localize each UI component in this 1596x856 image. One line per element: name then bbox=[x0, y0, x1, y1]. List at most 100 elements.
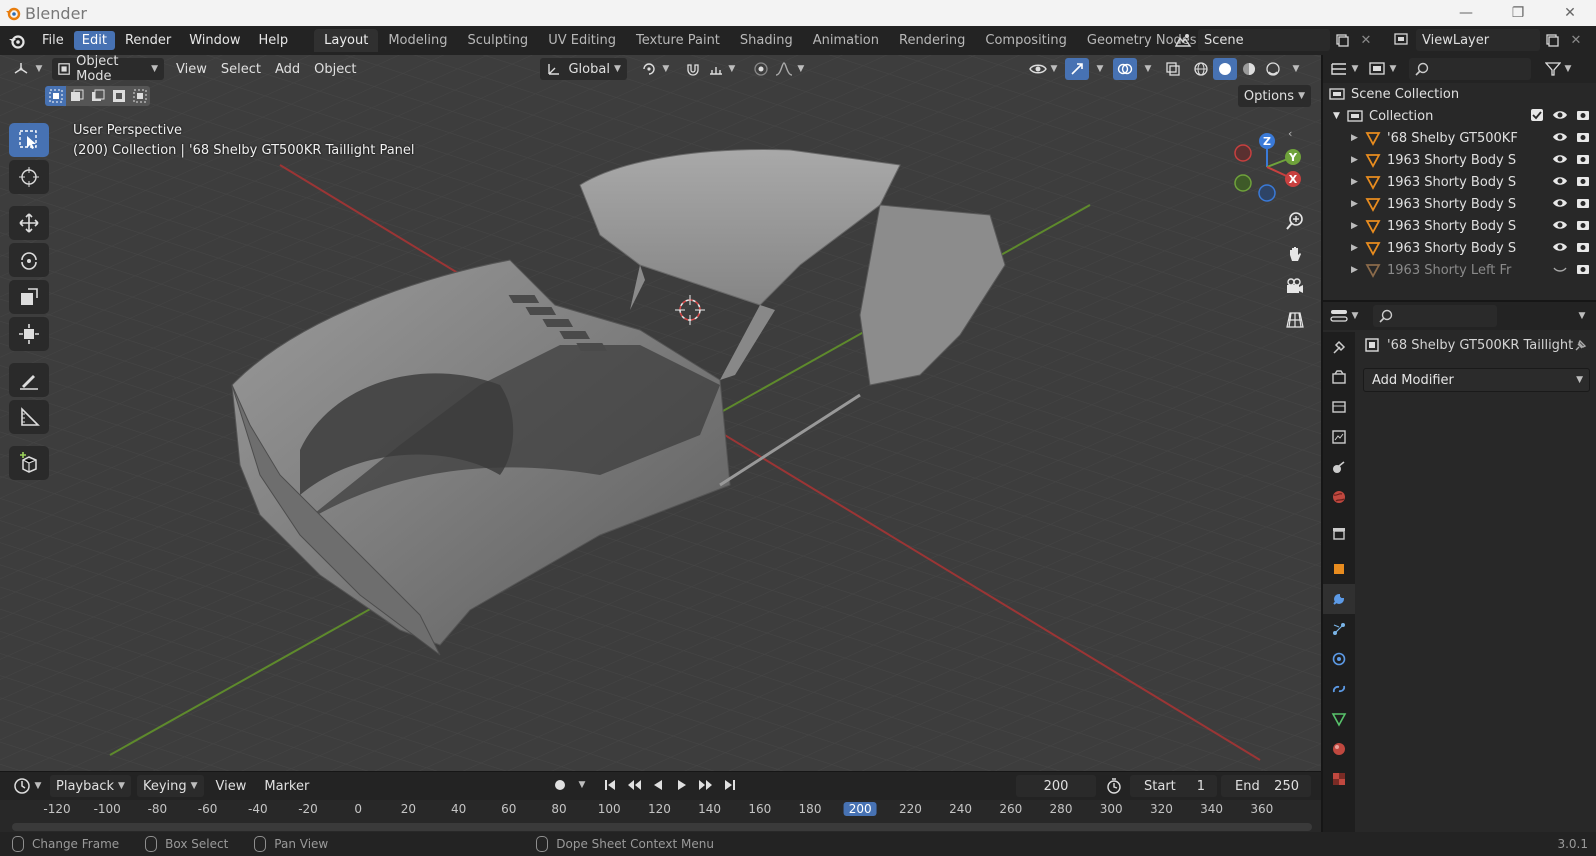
tab-shading[interactable]: Shading bbox=[730, 29, 803, 52]
tab-sculpting[interactable]: Sculpting bbox=[457, 29, 538, 52]
scale-tool[interactable] bbox=[9, 280, 49, 314]
navigation-gizmo[interactable]: Z Y X bbox=[1225, 127, 1305, 207]
physics-properties-tab[interactable] bbox=[1323, 644, 1355, 674]
object-expand-icon[interactable]: ▶ bbox=[1351, 221, 1363, 231]
pin-icon[interactable] bbox=[1574, 338, 1588, 352]
jump-end-icon[interactable] bbox=[718, 774, 742, 796]
menu-edit[interactable]: Edit bbox=[73, 31, 115, 50]
constraint-properties-tab[interactable] bbox=[1323, 674, 1355, 704]
view-layer-browse-icon[interactable] bbox=[1386, 29, 1416, 51]
menu-window[interactable]: Window bbox=[181, 31, 248, 50]
select-box-tool[interactable] bbox=[9, 123, 49, 157]
viewport-menu-add[interactable]: Add bbox=[269, 58, 306, 80]
add-cube-tool[interactable] bbox=[9, 446, 49, 480]
maximize-button[interactable]: ❐ bbox=[1492, 0, 1544, 26]
visibility-eye-icon[interactable] bbox=[1552, 108, 1568, 122]
current-frame-field[interactable]: 200 bbox=[1016, 775, 1096, 797]
gizmo-toggle-icon[interactable] bbox=[1065, 58, 1089, 80]
add-modifier-dropdown[interactable]: Add Modifier ▼ bbox=[1363, 368, 1590, 392]
render-camera-icon[interactable] bbox=[1576, 240, 1590, 254]
blender-menu-icon[interactable] bbox=[0, 26, 34, 55]
outliner-object-row[interactable]: ▶ 1963 Shorty Body S bbox=[1323, 237, 1596, 259]
wireframe-shading-icon[interactable] bbox=[1189, 58, 1213, 80]
collection-row[interactable]: ▼ Collection bbox=[1323, 105, 1596, 127]
properties-options-icon[interactable]: ▼ bbox=[1568, 305, 1592, 327]
rotate-tool[interactable] bbox=[9, 243, 49, 277]
output-properties-tab[interactable] bbox=[1323, 392, 1355, 422]
solid-shading-icon[interactable] bbox=[1213, 58, 1237, 80]
overlays-options-icon[interactable]: ▼ bbox=[1137, 58, 1155, 80]
modifier-properties-tab[interactable] bbox=[1323, 584, 1355, 614]
exclude-checkbox-icon[interactable] bbox=[1530, 108, 1544, 122]
outliner-object-row[interactable]: ▶ 1963 Shorty Left Fr bbox=[1323, 259, 1596, 281]
scene-properties-tab[interactable] bbox=[1323, 452, 1355, 482]
visibility-eye-icon[interactable] bbox=[1552, 240, 1568, 254]
tab-compositing[interactable]: Compositing bbox=[975, 29, 1077, 52]
viewport-menu-select[interactable]: Select bbox=[215, 58, 267, 80]
jump-start-icon[interactable] bbox=[598, 774, 622, 796]
options-dropdown[interactable]: Options ▼ bbox=[1237, 85, 1311, 107]
tab-uv-editing[interactable]: UV Editing bbox=[538, 29, 626, 52]
tab-layout[interactable]: Layout bbox=[314, 29, 379, 52]
visibility-eye-icon[interactable] bbox=[1552, 130, 1568, 144]
gizmo-options-icon[interactable]: ▼ bbox=[1089, 58, 1107, 80]
visibility-eye-icon[interactable] bbox=[1552, 218, 1568, 232]
timeline-menu-marker[interactable]: Marker bbox=[258, 775, 315, 797]
view-layer-properties-tab[interactable] bbox=[1323, 422, 1355, 452]
texture-properties-tab[interactable] bbox=[1323, 764, 1355, 794]
overlays-toggle-icon[interactable] bbox=[1113, 58, 1137, 80]
properties-search-input[interactable] bbox=[1373, 305, 1497, 327]
select-new-icon[interactable] bbox=[45, 86, 66, 106]
render-camera-icon[interactable] bbox=[1576, 152, 1590, 166]
play-reverse-icon[interactable] bbox=[646, 774, 670, 796]
outliner-search-input[interactable] bbox=[1409, 58, 1531, 80]
delete-scene-icon[interactable]: ✕ bbox=[1354, 29, 1378, 51]
outliner-editor-type-icon[interactable]: ▼ bbox=[1327, 58, 1361, 80]
annotate-tool[interactable] bbox=[9, 363, 49, 397]
scene-collection-row[interactable]: Scene Collection bbox=[1323, 83, 1596, 105]
data-properties-tab[interactable] bbox=[1323, 704, 1355, 734]
visibility-eye-icon[interactable] bbox=[1552, 196, 1568, 210]
collection-expand-icon[interactable]: ▼ bbox=[1333, 111, 1345, 121]
outliner-object-row[interactable]: ▶ 1963 Shorty Body S bbox=[1323, 149, 1596, 171]
select-extend-icon[interactable] bbox=[66, 86, 87, 106]
minimize-button[interactable]: — bbox=[1440, 0, 1492, 26]
select-intersect-icon[interactable] bbox=[129, 86, 150, 106]
viewport-menu-view[interactable]: View bbox=[170, 58, 213, 80]
object-expand-icon[interactable]: ▶ bbox=[1351, 133, 1363, 143]
render-camera-icon[interactable] bbox=[1576, 218, 1590, 232]
close-window-button[interactable]: ✕ bbox=[1544, 0, 1596, 26]
view-layer-name-field[interactable]: ViewLayer bbox=[1416, 29, 1540, 51]
timeline-ruler[interactable]: -120 -100 -80 -60 -40 -20 0 20 40 60 80 100 120 140 16… bbox=[0, 800, 1321, 833]
object-properties-tab[interactable] bbox=[1323, 554, 1355, 584]
scene-browse-icon[interactable] bbox=[1168, 29, 1198, 51]
world-properties-tab[interactable] bbox=[1323, 482, 1355, 512]
material-properties-tab[interactable] bbox=[1323, 734, 1355, 764]
particle-properties-tab[interactable] bbox=[1323, 614, 1355, 644]
object-expand-icon[interactable]: ▶ bbox=[1351, 243, 1363, 253]
move-tool[interactable] bbox=[9, 206, 49, 240]
jump-keyframe-forward-icon[interactable] bbox=[694, 774, 718, 796]
shading-options-icon[interactable]: ▼ bbox=[1285, 58, 1303, 80]
auto-keying-record-icon[interactable] bbox=[548, 774, 572, 796]
filter-icon[interactable]: ▼ bbox=[1541, 58, 1575, 80]
menu-file[interactable]: File bbox=[34, 31, 72, 50]
menu-help[interactable]: Help bbox=[251, 31, 297, 50]
timeline-menu-keying[interactable]: Keying ▼ bbox=[136, 775, 204, 797]
tab-animation[interactable]: Animation bbox=[803, 29, 889, 52]
pan-view-icon[interactable] bbox=[1281, 240, 1309, 268]
editor-type-icon[interactable]: ▼ bbox=[10, 58, 44, 80]
xray-toggle-icon[interactable] bbox=[1161, 58, 1185, 80]
render-camera-icon[interactable] bbox=[1576, 174, 1590, 188]
visibility-eye-icon[interactable] bbox=[1552, 152, 1568, 166]
outliner-object-row[interactable]: ▶ '68 Shelby GT500KF bbox=[1323, 127, 1596, 149]
3d-viewport[interactable]: ▼ Object Mode ▼ View Select Add Object Glob… bbox=[0, 55, 1321, 771]
object-expand-icon[interactable]: ▶ bbox=[1351, 265, 1363, 275]
properties-editor-type-icon[interactable]: ▼ bbox=[1327, 305, 1361, 327]
visibility-eye-icon[interactable] bbox=[1552, 174, 1568, 188]
play-icon[interactable] bbox=[670, 774, 694, 796]
object-expand-icon[interactable]: ▶ bbox=[1351, 177, 1363, 187]
jump-keyframe-back-icon[interactable] bbox=[622, 774, 646, 796]
playhead-frame-indicator[interactable]: 200 bbox=[843, 802, 877, 816]
proportional-editing-icon[interactable] bbox=[749, 58, 773, 80]
